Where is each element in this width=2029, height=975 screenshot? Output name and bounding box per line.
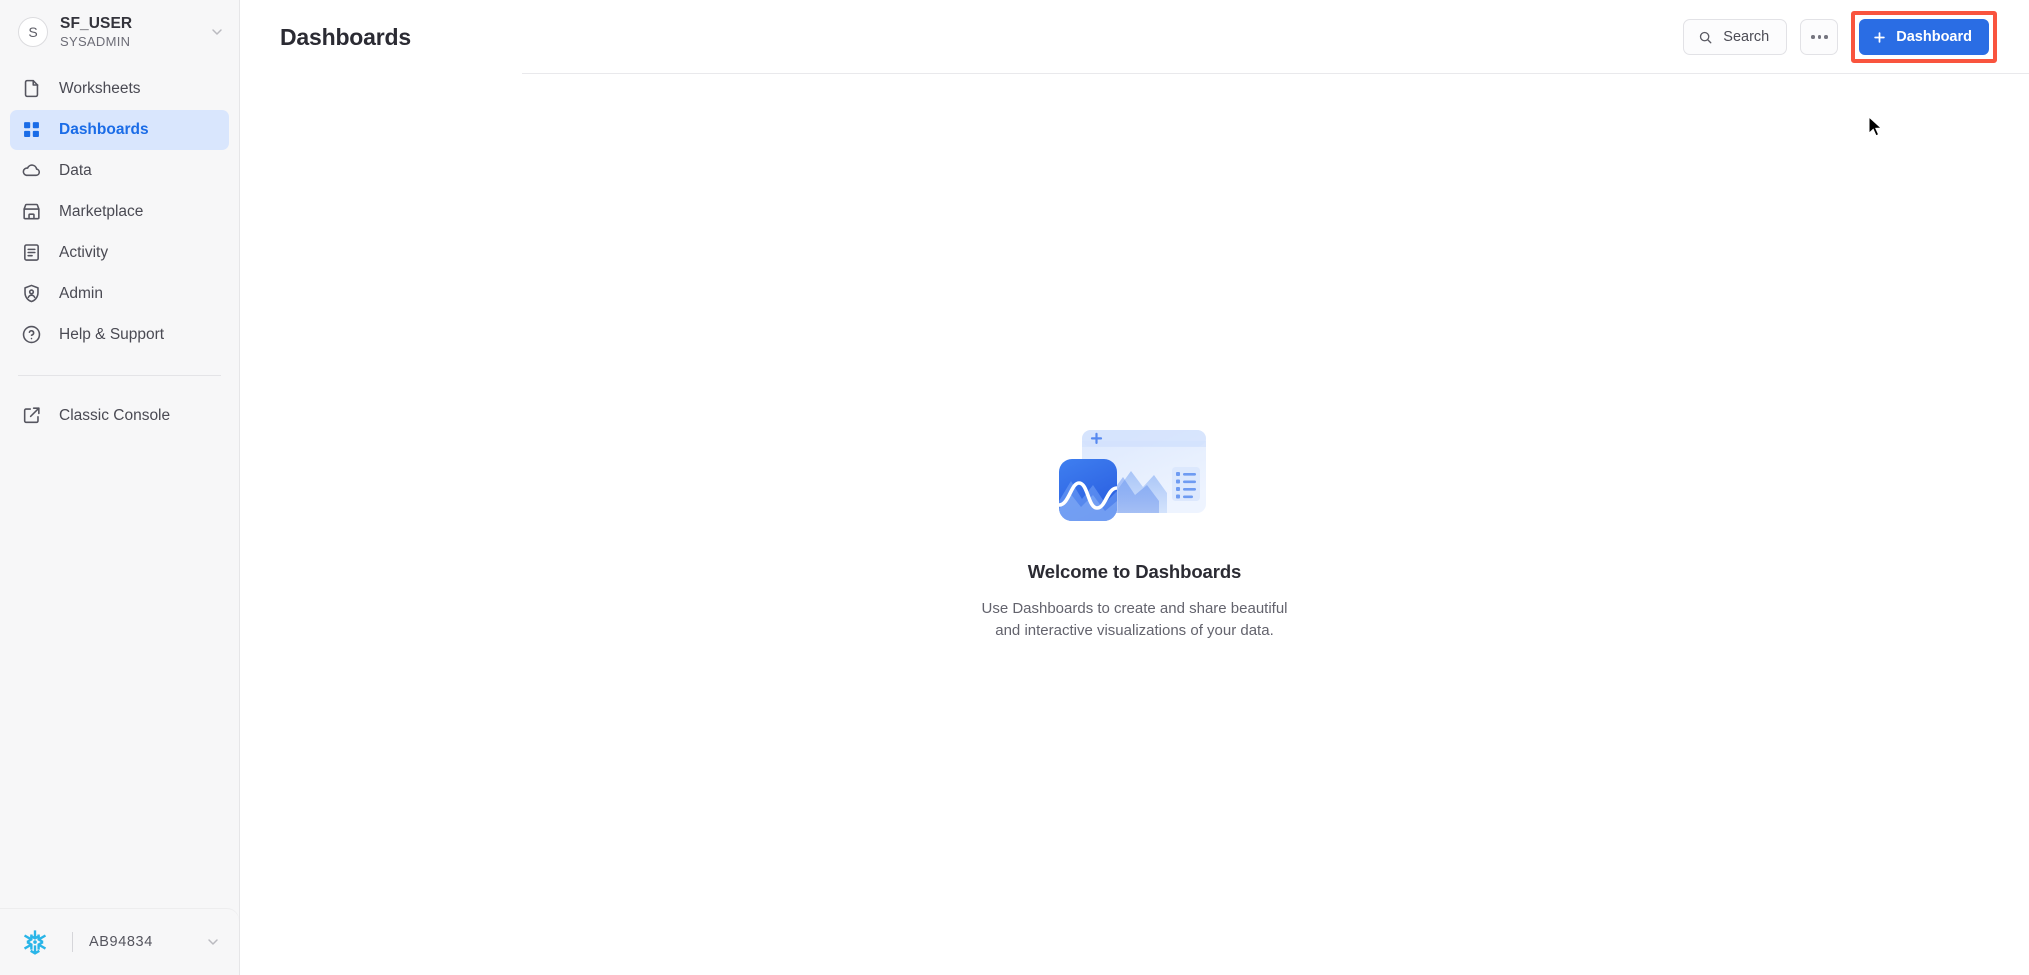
- user-name: SF_USER: [60, 15, 133, 32]
- sidebar-item-label: Classic Console: [59, 406, 171, 424]
- page-title: Dashboards: [280, 23, 411, 50]
- avatar: S: [18, 17, 48, 48]
- sidebar: S SF_USER SYSADMIN Worksheets Dashboards…: [0, 0, 240, 975]
- sidebar-item-data[interactable]: Data: [10, 151, 229, 191]
- sidebar-item-help-support[interactable]: Help & Support: [10, 315, 229, 355]
- document-icon: [24, 79, 39, 98]
- avatar-initial: S: [28, 24, 38, 41]
- sidebar-item-worksheets[interactable]: Worksheets: [10, 69, 229, 109]
- user-info: SF_USER SYSADMIN: [60, 14, 197, 51]
- more-options-button[interactable]: [1800, 19, 1839, 55]
- create-dashboard-label: Dashboard: [1896, 29, 1972, 45]
- sidebar-item-label: Data: [59, 161, 92, 179]
- main-content: Dashboards Search Dashboard Welcome to D…: [240, 0, 2029, 975]
- external-link-icon: [23, 407, 40, 424]
- ellipsis-icon: [1824, 35, 1828, 39]
- sidebar-item-classic-console[interactable]: Classic Console: [10, 396, 229, 436]
- sidebar-item-dashboards[interactable]: Dashboards: [10, 109, 229, 150]
- sidebar-item-activity[interactable]: Activity: [10, 233, 229, 273]
- grid-icon: [24, 122, 39, 138]
- account-selector[interactable]: AB94834: [0, 909, 239, 975]
- user-role: SYSADMIN: [60, 34, 131, 50]
- dashboard-illustration: [1058, 430, 1206, 521]
- empty-state-title: Welcome to Dashboards: [1027, 561, 1242, 582]
- account-name: AB94834: [89, 934, 153, 950]
- sidebar-item-admin[interactable]: Admin: [10, 274, 229, 314]
- empty-state: Welcome to Dashboards Use Dashboards to …: [240, 74, 2029, 975]
- header-actions: Search Dashboard: [1683, 11, 1997, 63]
- chevron-down-icon: [212, 29, 222, 36]
- sidebar-item-label: Worksheets: [59, 79, 141, 97]
- sidebar-item-label: Marketplace: [59, 202, 144, 220]
- ellipsis-icon: [1811, 35, 1815, 39]
- question-circle-icon: [22, 325, 41, 344]
- storefront-icon: [23, 203, 40, 220]
- ellipsis-icon: [1817, 35, 1821, 39]
- search-icon: [1700, 31, 1712, 43]
- sidebar-item-label: Help & Support: [59, 325, 165, 343]
- create-dashboard-button[interactable]: Dashboard: [1859, 19, 1989, 55]
- search-button-label: Search: [1723, 29, 1770, 45]
- sidebar-item-label: Admin: [59, 284, 103, 302]
- highlight-box: Dashboard: [1851, 11, 1997, 63]
- sidebar-item-label: Activity: [59, 243, 109, 261]
- empty-state-description: Use Dashboards to create and share beaut…: [981, 600, 1288, 640]
- sidebar-item-label: Dashboards: [59, 120, 149, 138]
- secondary-navigation: Classic Console: [0, 390, 239, 436]
- account-separator: [72, 932, 73, 952]
- sidebar-divider: [18, 374, 221, 376]
- cloud-icon: [22, 164, 41, 177]
- sidebar-item-marketplace[interactable]: Marketplace: [10, 192, 229, 232]
- page-header: Dashboards Search Dashboard: [240, 0, 2029, 74]
- snowflake-logo-icon: [23, 930, 47, 955]
- shield-user-icon: [24, 284, 39, 303]
- chevron-down-icon: [208, 939, 218, 945]
- user-account-switcher[interactable]: S SF_USER SYSADMIN: [0, 0, 239, 63]
- search-button[interactable]: Search: [1683, 19, 1788, 55]
- app-root: S SF_USER SYSADMIN Worksheets Dashboards…: [0, 0, 2029, 975]
- plus-icon: [1874, 31, 1885, 43]
- list-doc-icon: [24, 244, 39, 261]
- primary-navigation: Worksheets Dashboards Data Marketplace A…: [0, 63, 239, 355]
